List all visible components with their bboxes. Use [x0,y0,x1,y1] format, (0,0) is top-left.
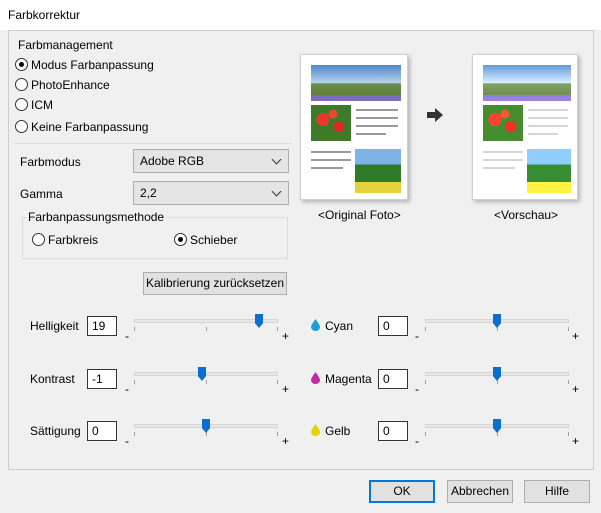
slider-tick [425,380,426,384]
slider-tick [277,327,278,331]
slider-label: Helligkeit [30,319,79,333]
ok-button[interactable]: OK [369,480,435,503]
ink-drop-icon [311,372,320,384]
photo-lavender [483,95,571,101]
photo-lavender [311,95,401,101]
text-line [356,125,398,127]
radio-label: Schieber [190,233,238,247]
slider-label: Sättigung [30,424,81,438]
radio-keine-farbanpassung[interactable] [15,120,28,133]
slider-label: Gelb [325,424,351,438]
preview-label: <Vorschau> [494,208,559,222]
minus-label: - [125,382,129,396]
slider-label: Magenta [325,372,372,386]
text-line [356,133,386,135]
color-mode-label: Farbmodus [20,155,81,169]
slider-value-input[interactable]: 0 [378,316,408,336]
gamma-label: Gamma [20,187,63,201]
photo-landscape [311,65,401,95]
color-management-label: Farbmanagement [16,38,115,52]
slider-value-input[interactable]: 0 [378,369,408,389]
slider-tick [134,327,135,331]
plus-label: + [572,434,580,448]
text-line [483,167,515,169]
plus-label: + [282,434,290,448]
chevron-down-icon [271,186,282,197]
minus-label: - [125,434,129,448]
minus-label: - [415,329,419,343]
plus-label: + [572,329,580,343]
radio-icm[interactable] [15,98,28,111]
radio-schieber[interactable] [174,233,187,246]
gamma-value: 2,2 [140,186,157,200]
slider-value-input[interactable]: -1 [87,369,117,389]
minus-label: - [415,382,419,396]
minus-label: - [415,434,419,448]
slider-value-input[interactable]: 0 [378,421,408,441]
text-line [528,133,558,135]
cancel-button[interactable]: Abbrechen [447,480,513,503]
photo-trees [355,149,401,193]
slider-track[interactable] [134,372,278,376]
text-line [311,167,343,169]
original-photo-label: <Original Foto> [318,208,401,222]
slider-tick [568,432,569,436]
chevron-down-icon [271,154,282,165]
radio-label: Keine Farbanpassung [31,120,149,134]
ink-drop-icon [311,424,320,436]
radio-photoenhance[interactable] [15,78,28,91]
radio-modus-farbanpassung[interactable] [15,58,28,71]
radio-label: ICM [31,98,53,112]
radio-label: PhotoEnhance [31,78,110,92]
slider-label: Kontrast [30,372,75,386]
color-mode-value: Adobe RGB [140,154,205,168]
photo-poppies [483,105,523,141]
plus-label: + [572,382,580,396]
text-line [311,159,351,161]
slider-tick [206,327,207,331]
photo-landscape [483,65,571,95]
arrow-right-icon [427,108,443,122]
color-mode-select[interactable]: Adobe RGB [133,149,289,173]
radio-label: Farbkreis [48,233,99,247]
plus-label: + [282,329,290,343]
title-bar: Farbkorrektur [0,0,601,30]
radio-label: Modus Farbanpassung [31,58,154,72]
slider-tick [425,327,426,331]
photo-trees [527,149,571,193]
text-line [356,109,398,111]
slider-value-input[interactable]: 0 [87,421,117,441]
help-button[interactable]: Hilfe [524,480,590,503]
slider-tick [425,432,426,436]
slider-value-input[interactable]: 19 [87,316,117,336]
window-title: Farbkorrektur [8,8,81,22]
text-line [528,117,568,119]
plus-label: + [282,382,290,396]
minus-label: - [125,329,129,343]
text-line [528,109,568,111]
slider-tick [568,380,569,384]
slider-tick [134,432,135,436]
slider-tick [277,432,278,436]
slider-tick [206,380,207,384]
method-label: Farbanpassungsmethode [26,210,167,224]
text-line [311,151,351,153]
photo-poppies [311,105,351,141]
gamma-select[interactable]: 2,2 [133,181,289,205]
slider-tick [277,380,278,384]
preview-thumbnail [472,54,578,200]
ink-drop-icon [311,319,320,331]
slider-label: Cyan [325,319,354,333]
slider-tick [568,327,569,331]
slider-tick [134,380,135,384]
reset-calibration-button[interactable]: Kalibrierung zurücksetzen [143,272,287,295]
original-photo-thumbnail [300,54,408,200]
text-line [483,159,523,161]
text-line [483,151,523,153]
text-line [528,125,568,127]
text-line [356,117,398,119]
radio-farbkreis[interactable] [32,233,45,246]
